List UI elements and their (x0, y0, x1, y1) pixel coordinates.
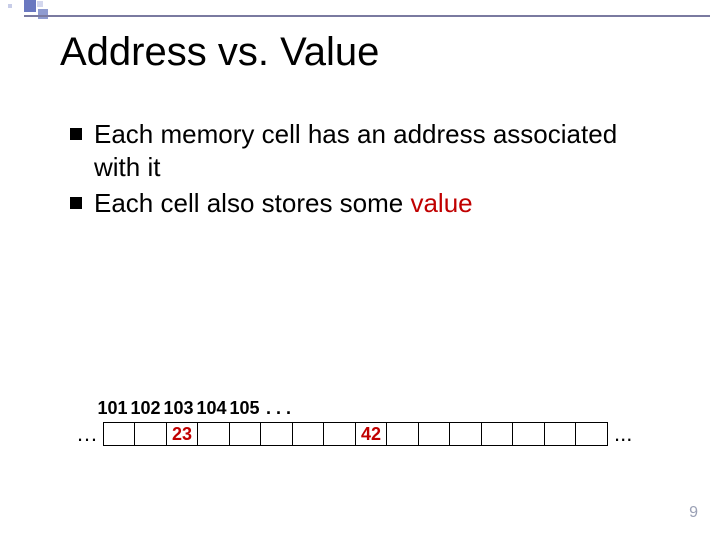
address-label: 103 (162, 398, 195, 419)
header-divider (24, 15, 710, 17)
memory-cell (575, 422, 608, 446)
deco-square (37, 1, 43, 7)
address-ellipsis: . . . (266, 398, 291, 419)
ellipsis-right: ... (608, 421, 638, 447)
address-label: 105 (228, 398, 261, 419)
memory-cell (229, 422, 262, 446)
memory-cell (512, 422, 545, 446)
highlight-word: value (410, 188, 472, 218)
address-label: 104 (195, 398, 228, 419)
bullet-item: Each cell also stores some value (70, 187, 660, 220)
memory-cell (386, 422, 419, 446)
slide-title: Address vs. Value (60, 30, 379, 75)
memory-cell (134, 422, 167, 446)
address-labels: 101102103104105 . . . (70, 398, 690, 419)
memory-cell (260, 422, 293, 446)
memory-cell (449, 422, 482, 446)
bullet-text: Each cell also stores some (94, 188, 410, 218)
ellipsis-left: … (70, 421, 104, 447)
deco-square (38, 9, 48, 19)
address-label: 102 (129, 398, 162, 419)
memory-cell (544, 422, 577, 446)
memory-diagram: 101102103104105 . . . … 23 42 ... (70, 398, 690, 447)
memory-cell (418, 422, 451, 446)
memory-cell (292, 422, 325, 446)
bullet-item: Each memory cell has an address associat… (70, 118, 660, 183)
bullet-list: Each memory cell has an address associat… (70, 118, 660, 224)
memory-cell (103, 422, 136, 446)
page-number: 9 (689, 504, 698, 522)
header-decoration (0, 0, 720, 18)
memory-cell (323, 422, 356, 446)
memory-cell (197, 422, 230, 446)
deco-square (24, 0, 36, 12)
memory-cells-row: … 23 42 ... (70, 421, 690, 447)
bullet-text: Each memory cell has an address associat… (94, 119, 617, 182)
deco-square (8, 4, 12, 8)
memory-cell (481, 422, 514, 446)
memory-cell: 23 (166, 422, 199, 446)
address-label: 101 (96, 398, 129, 419)
memory-cell: 42 (355, 422, 388, 446)
